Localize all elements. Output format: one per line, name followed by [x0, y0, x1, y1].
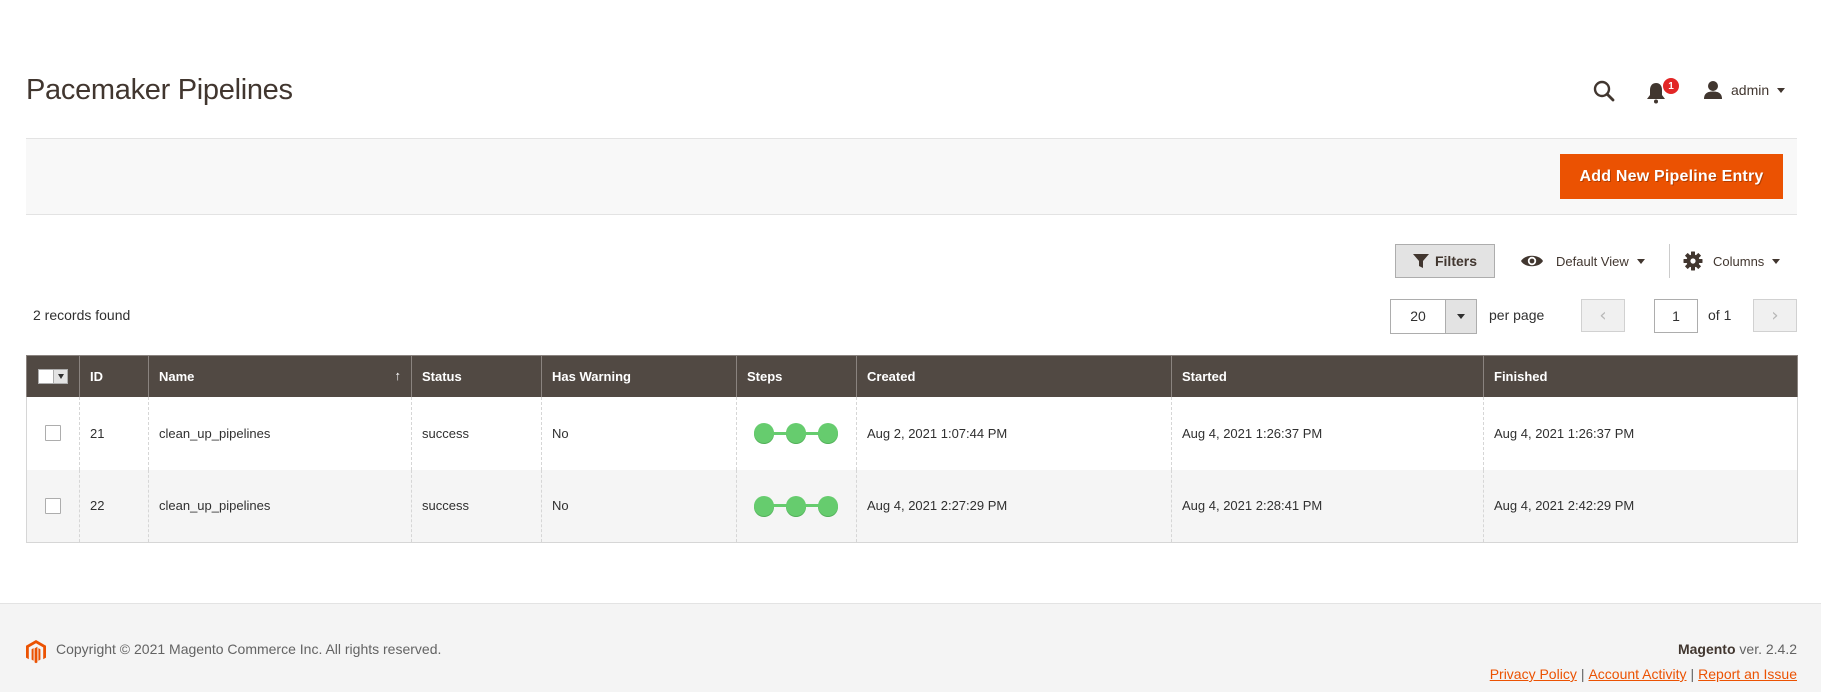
cell-finished: Aug 4, 2021 1:26:37 PM [1483, 396, 1798, 470]
column-header-started[interactable]: Started [1171, 355, 1484, 397]
filters-button[interactable]: Filters [1395, 244, 1495, 278]
notifications-button[interactable]: 1 [1646, 77, 1680, 104]
per-page-value: 20 [1410, 308, 1426, 324]
chevron-left-icon: ‹ [1599, 305, 1607, 326]
magento-logo-icon [26, 640, 46, 664]
cell-has-warning: No [541, 469, 737, 543]
step-connector [805, 504, 819, 508]
step-connector [805, 431, 819, 435]
chevron-down-icon [57, 373, 64, 379]
step-success-icon[interactable] [754, 423, 774, 443]
user-icon [1704, 81, 1722, 99]
previous-page-button[interactable]: ‹ [1581, 299, 1625, 332]
row-select-cell [26, 469, 80, 543]
column-header-steps[interactable]: Steps [736, 355, 857, 397]
steps-progress [747, 495, 846, 516]
select-all-checkbox[interactable] [38, 368, 54, 384]
eye-icon [1521, 255, 1543, 267]
row-checkbox[interactable] [45, 425, 61, 441]
report-issue-link[interactable]: Report an Issue [1698, 666, 1797, 682]
chevron-right-icon: › [1771, 305, 1779, 326]
mass-action-header [26, 355, 80, 397]
step-connector [773, 504, 787, 508]
columns-dropdown[interactable]: Columns [1683, 244, 1781, 278]
chevron-down-icon [1777, 87, 1786, 93]
step-success-icon[interactable] [754, 495, 774, 516]
filters-label: Filters [1434, 253, 1477, 269]
cell-created: Aug 2, 2021 1:07:44 PM [856, 396, 1172, 470]
cell-created: Aug 4, 2021 2:27:29 PM [856, 469, 1172, 543]
table-row[interactable]: 21 clean_up_pipelines success No Aug 2, … [26, 396, 1798, 470]
copyright-text: Copyright © 2021 Magento Commerce Inc. A… [56, 641, 442, 657]
per-page-select[interactable]: 20 [1390, 299, 1477, 334]
cell-name: clean_up_pipelines [148, 396, 412, 470]
current-page-input[interactable] [1654, 299, 1698, 333]
total-pages-label: of 1 [1708, 307, 1732, 323]
chevron-down-icon [1636, 258, 1645, 264]
notifications-count-badge: 1 [1662, 77, 1680, 95]
step-success-icon[interactable] [786, 495, 806, 516]
next-page-button[interactable]: › [1753, 299, 1797, 332]
column-header-name[interactable]: Name ↑ [148, 355, 412, 397]
table-row[interactable]: 22 clean_up_pipelines success No Aug 4, … [26, 469, 1798, 543]
column-header-created[interactable]: Created [856, 355, 1172, 397]
privacy-policy-link[interactable]: Privacy Policy [1490, 666, 1577, 682]
global-search-button[interactable] [1592, 79, 1616, 103]
cell-started: Aug 4, 2021 2:28:41 PM [1171, 469, 1484, 543]
cell-name: clean_up_pipelines [148, 469, 412, 543]
steps-progress [747, 423, 846, 443]
account-activity-link[interactable]: Account Activity [1588, 666, 1686, 682]
admin-user-menu[interactable]: admin [1703, 78, 1786, 102]
view-label: Default View [1556, 253, 1629, 269]
records-found-count: 2 records found [33, 307, 131, 323]
sort-ascending-icon: ↑ [394, 368, 402, 383]
grid-pager-row: 2 records found 20 per page ‹ of 1 › [0, 299, 1821, 334]
column-header-finished[interactable]: Finished [1483, 355, 1798, 397]
row-select-cell [26, 396, 80, 470]
link-separator: | [1580, 666, 1585, 682]
footer-links: Privacy Policy | Account Activity | Report a… [1490, 666, 1797, 682]
column-header-id[interactable]: ID [79, 355, 149, 397]
filter-icon [1412, 254, 1429, 268]
grid-header-row: ID Name ↑ Status Has Warning Steps Create… [26, 355, 1798, 397]
cell-finished: Aug 4, 2021 2:42:29 PM [1483, 469, 1798, 543]
pipelines-grid: ID Name ↑ Status Has Warning Steps Create… [26, 355, 1798, 543]
step-success-icon[interactable] [818, 423, 838, 443]
cell-status: success [411, 469, 542, 543]
chevron-down-icon [1772, 258, 1781, 264]
cell-status: success [411, 396, 542, 470]
cell-id: 22 [79, 469, 149, 543]
chevron-down-icon [1457, 314, 1465, 319]
row-checkbox[interactable] [45, 497, 61, 514]
column-header-status[interactable]: Status [411, 355, 542, 397]
cell-started: Aug 4, 2021 1:26:37 PM [1171, 396, 1484, 470]
cell-has-warning: No [541, 396, 737, 470]
gear-icon [1683, 251, 1703, 271]
search-icon [1593, 80, 1615, 102]
step-success-icon[interactable] [786, 423, 806, 443]
toolbar-divider [1669, 244, 1670, 278]
step-success-icon[interactable] [818, 495, 838, 516]
brand-name: Magento [1677, 641, 1736, 657]
default-view-dropdown[interactable]: Default View [1520, 244, 1645, 278]
page-actions-bar: Add New Pipeline Entry [26, 138, 1797, 215]
mass-select-dropdown[interactable] [37, 368, 69, 384]
header-actions: 1 admin [0, 74, 1821, 106]
grid-toolbar: Filters Default View Columns [0, 244, 1821, 278]
cell-steps [736, 469, 857, 543]
version-info: Magento ver. 2.4.2 [1678, 641, 1797, 657]
link-separator: | [1690, 666, 1695, 682]
per-page-label: per page [1489, 307, 1545, 323]
mass-select-toggle[interactable] [54, 368, 68, 384]
per-page-toggle[interactable] [1445, 300, 1476, 333]
step-connector [773, 431, 787, 435]
column-header-has-warning[interactable]: Has Warning [541, 355, 737, 397]
columns-label: Columns [1713, 253, 1765, 269]
version-number: ver. 2.4.2 [1735, 641, 1797, 657]
cell-id: 21 [79, 396, 149, 470]
cell-steps [736, 396, 857, 470]
add-new-pipeline-entry-button[interactable]: Add New Pipeline Entry [1560, 154, 1783, 199]
user-name: admin [1731, 82, 1770, 98]
page-footer: Copyright © 2021 Magento Commerce Inc. A… [0, 603, 1821, 692]
